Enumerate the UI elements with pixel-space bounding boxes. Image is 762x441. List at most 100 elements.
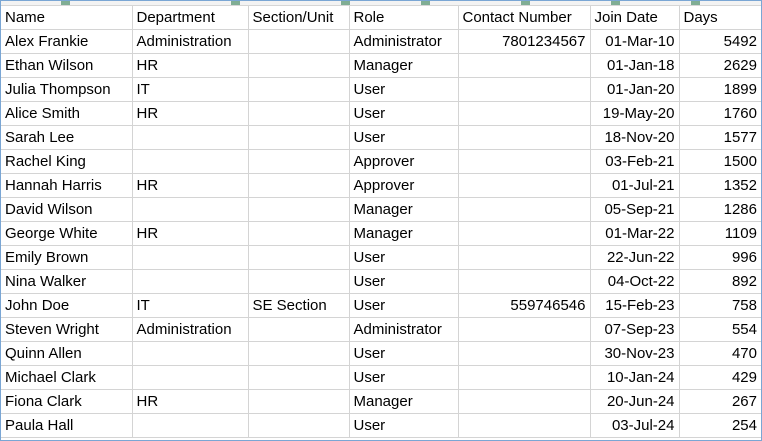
cell-department[interactable] xyxy=(132,125,249,150)
cell-section[interactable] xyxy=(248,269,350,294)
header-cell-section[interactable]: Section/Unit xyxy=(248,6,350,30)
cell-department[interactable] xyxy=(132,365,249,390)
cell-name[interactable]: Hannah Harris xyxy=(1,173,133,198)
cell-join-date[interactable]: 18-Nov-20 xyxy=(590,125,680,150)
cell-join-date[interactable]: 19-May-20 xyxy=(590,101,680,126)
cell-role[interactable]: Manager xyxy=(349,389,459,414)
cell-contact[interactable] xyxy=(458,101,591,126)
cell-name[interactable]: John Doe xyxy=(1,293,133,318)
cell-days[interactable]: 1500 xyxy=(679,149,761,174)
cell-contact[interactable] xyxy=(458,341,591,366)
cell-join-date[interactable]: 05-Sep-21 xyxy=(590,197,680,222)
cell-department[interactable]: IT xyxy=(132,293,249,318)
cell-department[interactable]: Administration xyxy=(132,29,249,54)
cell-contact[interactable] xyxy=(458,317,591,342)
cell-section[interactable]: SE Section xyxy=(248,293,350,318)
cell-join-date[interactable]: 01-Jan-18 xyxy=(590,53,680,78)
cell-section[interactable] xyxy=(248,125,350,150)
cell-join-date[interactable]: 03-Jul-24 xyxy=(590,413,680,438)
cell-section[interactable] xyxy=(248,389,350,414)
cell-department[interactable]: HR xyxy=(132,173,249,198)
cell-department[interactable]: HR xyxy=(132,101,249,126)
header-cell-name[interactable]: Name xyxy=(1,6,133,30)
cell-section[interactable] xyxy=(248,77,350,102)
cell-join-date[interactable]: 30-Nov-23 xyxy=(590,341,680,366)
cell-section[interactable] xyxy=(248,173,350,198)
cell-role[interactable]: Administrator xyxy=(349,29,459,54)
cell-days[interactable]: 470 xyxy=(679,341,761,366)
cell-join-date[interactable]: 22-Jun-22 xyxy=(590,245,680,270)
cell-days[interactable]: 758 xyxy=(679,293,761,318)
cell-days[interactable]: 267 xyxy=(679,389,761,414)
cell-department[interactable]: HR xyxy=(132,53,249,78)
cell-section[interactable] xyxy=(248,365,350,390)
cell-role[interactable]: Approver xyxy=(349,173,459,198)
cell-days[interactable]: 5492 xyxy=(679,29,761,54)
cell-days[interactable]: 2629 xyxy=(679,53,761,78)
cell-role[interactable]: User xyxy=(349,101,459,126)
cell-role[interactable]: Manager xyxy=(349,53,459,78)
cell-contact[interactable] xyxy=(458,77,591,102)
cell-department[interactable]: IT xyxy=(132,77,249,102)
cell-section[interactable] xyxy=(248,53,350,78)
cell-role[interactable]: User xyxy=(349,341,459,366)
cell-name[interactable]: Alex Frankie xyxy=(1,29,133,54)
cell-join-date[interactable]: 01-Jan-20 xyxy=(590,77,680,102)
cell-join-date[interactable]: 03-Feb-21 xyxy=(590,149,680,174)
cell-days[interactable]: 1577 xyxy=(679,125,761,150)
cell-name[interactable]: Julia Thompson xyxy=(1,77,133,102)
cell-name[interactable]: Ethan Wilson xyxy=(1,53,133,78)
cell-department[interactable]: HR xyxy=(132,221,249,246)
cell-days[interactable]: 429 xyxy=(679,365,761,390)
cell-name[interactable]: Steven Wright xyxy=(1,317,133,342)
cell-name[interactable]: Quinn Allen xyxy=(1,341,133,366)
cell-contact[interactable] xyxy=(458,173,591,198)
cell-role[interactable]: Approver xyxy=(349,149,459,174)
cell-contact[interactable] xyxy=(458,221,591,246)
header-cell-days[interactable]: Days xyxy=(679,6,761,30)
cell-department[interactable] xyxy=(132,197,249,222)
cell-name[interactable]: Rachel King xyxy=(1,149,133,174)
cell-join-date[interactable]: 07-Sep-23 xyxy=(590,317,680,342)
cell-section[interactable] xyxy=(248,149,350,174)
cell-days[interactable]: 1352 xyxy=(679,173,761,198)
cell-name[interactable]: Alice Smith xyxy=(1,101,133,126)
cell-contact[interactable] xyxy=(458,389,591,414)
cell-name[interactable]: Sarah Lee xyxy=(1,125,133,150)
cell-section[interactable] xyxy=(248,29,350,54)
cell-department[interactable] xyxy=(132,341,249,366)
header-cell-role[interactable]: Role xyxy=(349,6,459,30)
cell-section[interactable] xyxy=(248,197,350,222)
cell-role[interactable]: User xyxy=(349,125,459,150)
cell-join-date[interactable]: 01-Mar-10 xyxy=(590,29,680,54)
cell-name[interactable]: Emily Brown xyxy=(1,245,133,270)
cell-role[interactable]: User xyxy=(349,413,459,438)
cell-section[interactable] xyxy=(248,317,350,342)
cell-join-date[interactable]: 04-Oct-22 xyxy=(590,269,680,294)
cell-contact[interactable] xyxy=(458,413,591,438)
cell-role[interactable]: User xyxy=(349,293,459,318)
cell-contact[interactable] xyxy=(458,149,591,174)
cell-role[interactable]: User xyxy=(349,245,459,270)
cell-contact[interactable]: 559746546 xyxy=(458,293,591,318)
cell-days[interactable]: 1760 xyxy=(679,101,761,126)
cell-department[interactable]: Administration xyxy=(132,317,249,342)
cell-join-date[interactable]: 01-Jul-21 xyxy=(590,173,680,198)
cell-role[interactable]: User xyxy=(349,77,459,102)
cell-department[interactable] xyxy=(132,245,249,270)
cell-role[interactable]: User xyxy=(349,269,459,294)
cell-section[interactable] xyxy=(248,221,350,246)
cell-role[interactable]: Administrator xyxy=(349,317,459,342)
cell-contact[interactable] xyxy=(458,125,591,150)
cell-days[interactable]: 892 xyxy=(679,269,761,294)
cell-department[interactable] xyxy=(132,269,249,294)
cell-name[interactable]: Paula Hall xyxy=(1,413,133,438)
cell-join-date[interactable]: 20-Jun-24 xyxy=(590,389,680,414)
cell-days[interactable]: 1286 xyxy=(679,197,761,222)
cell-department[interactable]: HR xyxy=(132,389,249,414)
cell-contact[interactable]: 7801234567 xyxy=(458,29,591,54)
cell-role[interactable]: Manager xyxy=(349,221,459,246)
cell-role[interactable]: Manager xyxy=(349,197,459,222)
spreadsheet-grid[interactable]: Name Department Section/Unit Role Contac… xyxy=(0,0,762,441)
cell-name[interactable]: George White xyxy=(1,221,133,246)
